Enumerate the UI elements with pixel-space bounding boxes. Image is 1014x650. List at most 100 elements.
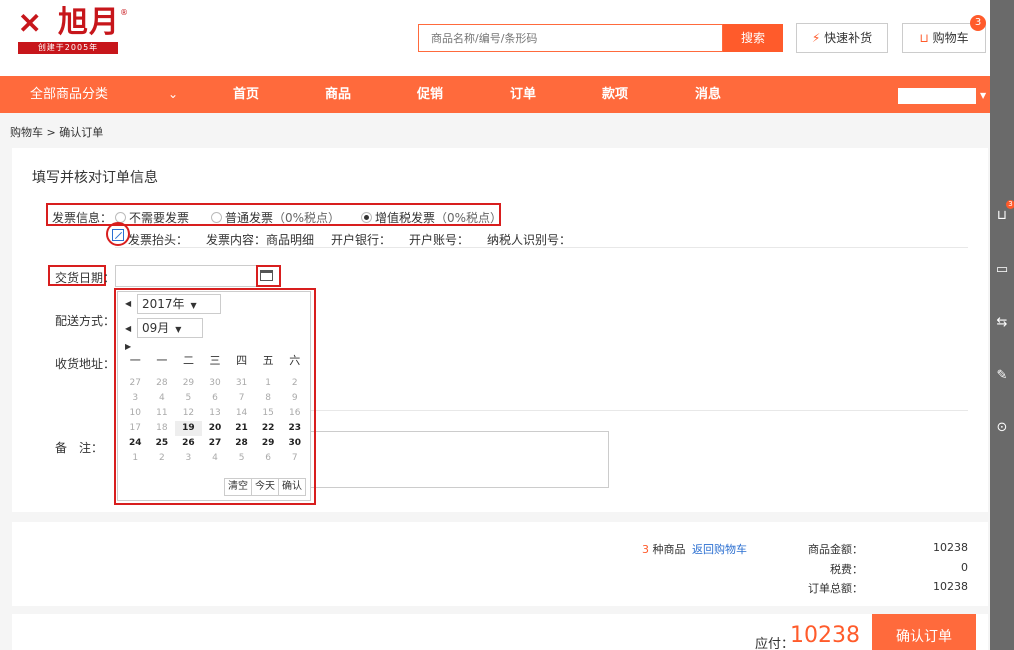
month-select[interactable]: 09月 ▼ xyxy=(137,318,203,338)
calendar-day: 5 xyxy=(185,393,192,403)
divider xyxy=(115,247,968,248)
calendar-day[interactable]: 24 xyxy=(122,436,149,451)
calendar-day[interactable]: 20 xyxy=(202,421,229,436)
calendar-icon[interactable] xyxy=(260,270,273,281)
prev-month-icon[interactable]: ◀ xyxy=(125,324,131,333)
nav-item-messages[interactable]: 消息 xyxy=(695,76,721,113)
logo-mark-icon: ✕ xyxy=(18,7,42,40)
search-box xyxy=(418,24,723,52)
invoice-option-none[interactable]: 不需要发票 xyxy=(115,209,189,226)
year-select[interactable]: 2017年 ▼ xyxy=(137,294,221,314)
calendar-day: 18 xyxy=(156,423,168,433)
subtotal-label: 商品金额： xyxy=(808,543,863,556)
cart-icon[interactable]: ⊔ xyxy=(990,208,1014,223)
calendar-day[interactable]: 30 xyxy=(281,436,308,451)
invoice-bank-label: 开户银行： xyxy=(331,233,392,247)
address-label: 收货地址： xyxy=(55,357,116,371)
side-toolbar: ⊔ ▭ ⇆ ✎ ⊙ xyxy=(990,0,1014,650)
calendar-day: 7 xyxy=(238,393,245,403)
delivery-date-input-box xyxy=(115,265,258,287)
invoice-option-normal[interactable]: 普通发票（0%税点） xyxy=(211,209,340,226)
calendar-day: 1 xyxy=(265,378,271,388)
cart-label: 购物车 xyxy=(932,31,969,45)
calendar-actions: 清空 今天 确认 xyxy=(224,478,306,496)
invoice-taxid-label: 纳税人识别号： xyxy=(487,233,572,247)
radio-selected-icon[interactable] xyxy=(361,212,372,223)
calendar-day: 2 xyxy=(158,453,165,463)
remark-label: 备 注： xyxy=(55,441,104,455)
calendar-day[interactable]: 29 xyxy=(255,436,282,451)
logo-registered: ® xyxy=(120,8,128,17)
nav-item-promotions[interactable]: 促销 xyxy=(417,76,443,113)
invoice-account-label: 开户账号： xyxy=(409,233,470,247)
item-count: 3 种商品 xyxy=(642,543,686,556)
user-menu[interactable] xyxy=(898,88,976,104)
user-menu-arrow-icon[interactable]: ▼ xyxy=(980,76,986,116)
shipping-label: 配送方式： xyxy=(55,314,116,328)
chat-icon[interactable]: ▭ xyxy=(990,262,1014,277)
search-button[interactable]: 搜索 xyxy=(723,24,783,52)
delivery-date-input[interactable] xyxy=(116,266,257,286)
calendar-day[interactable]: 25 xyxy=(149,436,176,451)
chevron-down-icon[interactable]: ⌄ xyxy=(168,76,178,113)
lightning-icon: ⚡ xyxy=(811,31,821,45)
prev-year-icon[interactable]: ◀ xyxy=(125,299,131,308)
delivery-date-label: 交货日期： xyxy=(55,271,116,285)
today-button[interactable]: 今天 xyxy=(251,478,279,496)
edit-icon[interactable] xyxy=(112,229,124,241)
calendar-day: 10 xyxy=(129,408,141,418)
calendar-day[interactable]: 27 xyxy=(202,436,229,451)
payable-amount: 10238 xyxy=(790,623,860,648)
calendar-day[interactable]: 21 xyxy=(228,421,255,436)
back-to-cart-link[interactable]: 返回购物车 xyxy=(692,541,747,557)
calendar-day: 4 xyxy=(158,393,165,403)
next-month-icon[interactable]: ▶ xyxy=(125,342,131,351)
calendar-day: 1 xyxy=(132,453,139,463)
payable-label: 应付： xyxy=(755,637,795,650)
calendar-day[interactable]: 22 xyxy=(255,421,282,436)
date-picker: ◀ 2017年 ▼ ◀ 09月 ▼ ▶ 一 一 二 三 四 五 六 27 28 29 30… xyxy=(117,291,311,501)
link-icon[interactable]: ⇆ xyxy=(990,315,1014,330)
calendar-day[interactable]: 26 xyxy=(175,436,202,451)
cart-icon: ⊔ xyxy=(919,31,929,45)
page-title: 填写并核对订单信息 xyxy=(32,170,158,186)
nav-item-products[interactable]: 商品 xyxy=(325,76,351,113)
calendar-days: 27 28 29 30 31 1 2 3 4 5 6 7 8 9 10 11 12 13 14 15 16 17 18 19 2… xyxy=(122,376,308,466)
back-to-top-icon[interactable]: ⊙ xyxy=(990,420,1014,435)
edit-icon[interactable]: ✎ xyxy=(990,368,1014,383)
invoice-title-label: 发票抬头： xyxy=(128,233,189,247)
search-input[interactable] xyxy=(419,25,722,51)
tax-value: 0 xyxy=(961,561,968,574)
invoice-option-vat[interactable]: 增值税发票（0%税点） xyxy=(361,209,502,226)
calendar-day[interactable]: 19 xyxy=(175,421,202,436)
calendar-day: 17 xyxy=(129,423,141,433)
nav-item-orders[interactable]: 订单 xyxy=(510,76,536,113)
rail-cart-badge: 3 xyxy=(1006,200,1014,209)
nav-item-home[interactable]: 首页 xyxy=(233,76,259,113)
nav-item-payments[interactable]: 款项 xyxy=(602,76,628,113)
calendar-day: 13 xyxy=(209,408,221,418)
quick-restock-label: 快速补货 xyxy=(824,31,873,45)
quick-restock-button[interactable]: ⚡ 快速补货 xyxy=(796,23,888,53)
calendar-day: 29 xyxy=(182,378,195,388)
caret-down-icon: ▼ xyxy=(190,301,197,310)
calendar-day: 16 xyxy=(288,408,301,418)
total-label: 订单总额： xyxy=(808,582,863,595)
calendar-day: 4 xyxy=(212,453,218,463)
main-nav: 全部商品分类 ⌄ 首页 商品 促销 订单 款项 消息 ▼ xyxy=(0,76,990,113)
confirm-date-button[interactable]: 确认 xyxy=(278,478,306,496)
calendar-day: 6 xyxy=(265,453,271,463)
logo-name: 旭月 xyxy=(58,5,120,40)
calendar-day: 12 xyxy=(182,408,195,418)
calendar-day[interactable]: 23 xyxy=(281,421,308,436)
remark-textarea[interactable] xyxy=(309,431,609,488)
breadcrumb: 购物车 > 确认订单 xyxy=(10,126,104,139)
calendar-day: 31 xyxy=(235,378,248,388)
calendar-day: 28 xyxy=(156,378,168,388)
radio-icon[interactable] xyxy=(211,212,222,223)
clear-button[interactable]: 清空 xyxy=(224,478,252,496)
confirm-order-button[interactable]: 确认订单 xyxy=(872,614,976,650)
calendar-day[interactable]: 28 xyxy=(228,436,255,451)
nav-all-categories[interactable]: 全部商品分类 xyxy=(30,76,108,113)
logo[interactable]: ✕ 旭月 ® 创建于2005年 xyxy=(18,4,128,54)
